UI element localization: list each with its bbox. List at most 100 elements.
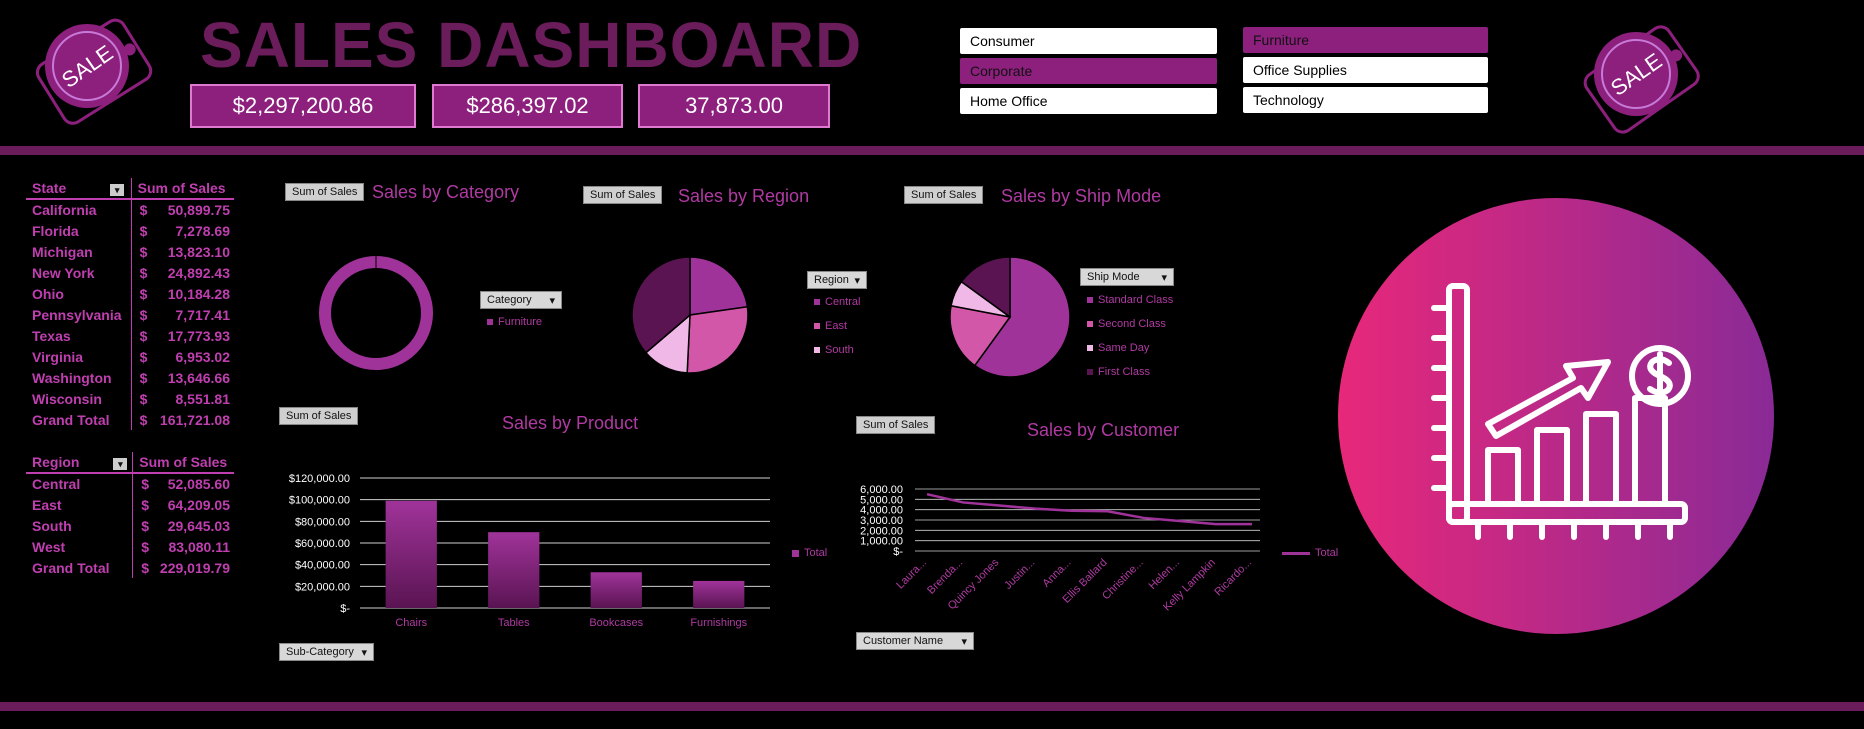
row-value: 29,645.03 [167, 517, 230, 534]
currency-symbol: $ [132, 515, 154, 536]
pie-slice-east [686, 305, 749, 374]
row-label: South [32, 517, 72, 534]
y-tick-label: $- [893, 546, 903, 558]
state-pivot-table: State ▾ Sum of Sales California $50,899.7… [26, 178, 234, 430]
dropdown-icon[interactable]: ▾ [113, 458, 128, 470]
donut-slice-furniture [319, 256, 433, 370]
x-tick-label: Helen... [1147, 557, 1182, 592]
y-tick-label: $120,000.00 [289, 473, 350, 485]
bar-bookcases [590, 572, 642, 608]
state-header[interactable]: State ▾ [26, 178, 132, 200]
currency-symbol: $ [130, 199, 152, 220]
legend-item-central: Central [814, 296, 860, 308]
product-chart-title: Sales by Product [502, 413, 639, 433]
x-tick-label: Tables [498, 617, 530, 629]
row-value: 7,717.41 [175, 306, 231, 323]
currency-symbol: $ [130, 220, 152, 241]
slicer-category-technology[interactable]: Technology [1243, 87, 1488, 113]
table-row: Wisconsin $8,551.81 [26, 388, 234, 409]
row-label: Florida [32, 222, 79, 239]
currency-symbol: $ [130, 388, 152, 409]
x-tick-label: Furnishings [690, 617, 747, 629]
row-label: East [32, 496, 62, 513]
region-header[interactable]: Region ▾ [26, 452, 133, 474]
row-label: Michigan [32, 243, 93, 260]
currency-symbol: $ [132, 557, 154, 578]
sum-of-sales-chip[interactable]: Sum of Sales [285, 183, 365, 201]
sum-of-sales-chip[interactable]: Sum of Sales [583, 186, 663, 204]
table-row: Texas $17,773.93 [26, 325, 234, 346]
x-tick-label: Ricardo... [1212, 557, 1254, 599]
dropdown-icon: ▾ [854, 274, 860, 287]
slicer-segment-home-office[interactable]: Home Office [960, 88, 1217, 114]
row-value: 17,773.93 [167, 327, 230, 344]
currency-symbol: $ [130, 367, 152, 388]
row-label: Grand Total [32, 559, 110, 576]
dropdown-icon: ▾ [1161, 271, 1167, 284]
x-tick-label: Chairs [395, 617, 427, 629]
x-tick-label: Bookcases [589, 617, 643, 629]
row-label: New York [32, 264, 95, 281]
subcategory-filter-dropdown[interactable]: Sub-Category ▾ [279, 643, 374, 661]
legend-item-first-class: First Class [1087, 366, 1150, 378]
customer-chart-title: Sales by Customer [1027, 420, 1180, 440]
region-filter-dropdown[interactable]: Region ▾ [807, 271, 867, 289]
category-filter-dropdown[interactable]: Category ▾ [480, 291, 562, 309]
legend-item-second-class: Second Class [1087, 318, 1166, 330]
sum-of-sales-chip[interactable]: Sum of Sales [279, 407, 359, 425]
grand-total-row: Grand Total $229,019.79 [26, 557, 234, 578]
x-tick-label: Anna... [1040, 557, 1073, 590]
table-row: Virginia $6,953.02 [26, 346, 234, 367]
sum-of-sales-chip[interactable]: Sum of Sales [904, 186, 984, 204]
slicer-category-office-supplies[interactable]: Office Supplies [1243, 57, 1488, 83]
filter-icon[interactable]: ▾ [110, 184, 125, 196]
row-value: 229,019.79 [159, 559, 230, 576]
legend-item-furniture: Furniture [487, 316, 542, 328]
bar-furnishings [693, 580, 745, 608]
sum-of-sales-header: Sum of Sales [132, 452, 234, 474]
growth-chart-illustration [1338, 198, 1774, 634]
row-label: Wisconsin [32, 390, 102, 407]
pie-slice-central [689, 256, 749, 316]
row-value: 50,899.75 [167, 202, 230, 218]
legend-item-same-day: Same Day [1087, 342, 1149, 354]
currency-symbol: $ [130, 325, 152, 346]
dropdown-icon: ▾ [361, 646, 367, 659]
slicer-segment-corporate[interactable]: Corporate [960, 58, 1217, 84]
slicer-category-furniture[interactable]: Furniture [1243, 27, 1488, 53]
row-value: 6,953.02 [175, 348, 231, 365]
legend-item-total: Total [792, 547, 827, 559]
row-label: West [32, 538, 66, 555]
shipmode-filter-dropdown[interactable]: Ship Mode ▾ [1080, 268, 1174, 286]
currency-symbol: $ [132, 494, 154, 515]
row-value: 7,278.69 [175, 222, 231, 239]
currency-symbol: $ [130, 409, 152, 430]
bar-tables [488, 532, 540, 608]
row-label: Washington [32, 369, 112, 386]
y-tick-label: $80,000.00 [295, 516, 350, 528]
row-label: Texas [32, 327, 71, 344]
y-tick-label: $40,000.00 [295, 560, 350, 572]
row-value: 52,085.60 [167, 476, 230, 492]
table-row: Central $52,085.60 [26, 473, 234, 494]
customer-line-chart: $6,000.00$5,000.00$4,000.00$3,000.00$2,0… [860, 484, 1260, 614]
region-pivot-table: Region ▾ Sum of Sales Central $52,085.60 E… [26, 452, 234, 578]
x-tick-label: Laura... [894, 557, 929, 592]
row-label: Pennsylvania [32, 306, 122, 323]
slicer-segment-consumer[interactable]: Consumer [960, 28, 1217, 54]
sum-of-sales-header: Sum of Sales [130, 178, 234, 200]
row-label: California [32, 202, 97, 218]
bar-chairs [385, 500, 437, 608]
kpi-total-quantity: 37,873.00 [638, 84, 830, 128]
row-value: 13,646.66 [167, 369, 230, 386]
sum-of-sales-chip[interactable]: Sum of Sales [856, 416, 936, 434]
row-value: 161,721.08 [159, 411, 230, 428]
currency-symbol: $ [132, 473, 154, 494]
customer-name-filter-dropdown[interactable]: Customer Name ▾ [856, 632, 974, 650]
shipmode-chart-title: Sales by Ship Mode [1001, 186, 1162, 206]
row-label: Ohio [32, 285, 64, 302]
y-tick-label: $60,000.00 [295, 538, 350, 550]
table-row: New York $24,892.43 [26, 262, 234, 283]
table-row: Washington $13,646.66 [26, 367, 234, 388]
grand-total-row: Grand Total $161,721.08 [26, 409, 234, 430]
